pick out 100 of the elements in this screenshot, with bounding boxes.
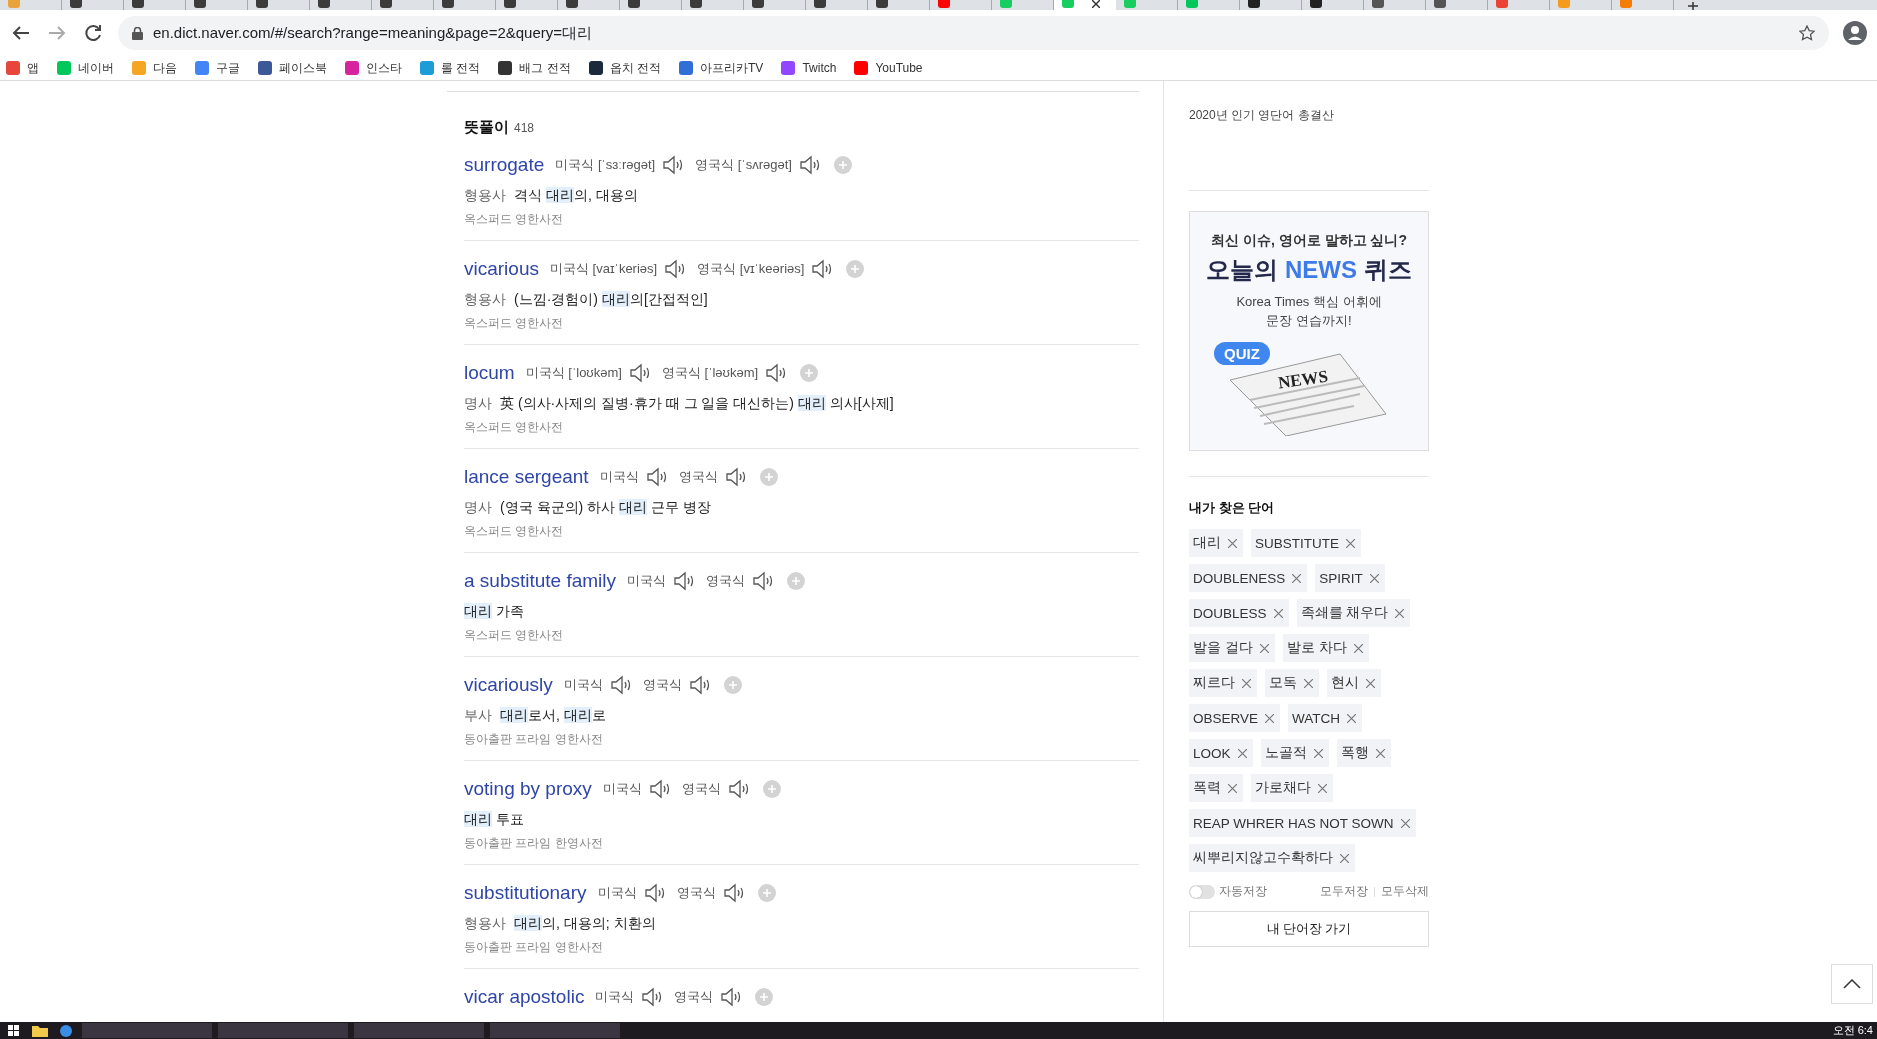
search-history-chip[interactable]: WATCH: [1288, 704, 1363, 732]
quiz-badge: QUIZ: [1214, 342, 1270, 365]
remove-icon[interactable]: [1395, 608, 1405, 618]
bookmark-link[interactable]: 인스타: [345, 59, 402, 77]
entry-word-link[interactable]: voting by proxy: [464, 778, 592, 800]
search-history-chip[interactable]: 발을 걸다: [1189, 634, 1275, 662]
remove-icon[interactable]: [1273, 608, 1283, 618]
star-icon[interactable]: [1799, 25, 1815, 41]
pronunciation-label: 미국식: [599, 468, 639, 486]
browser-tab[interactable]: [1054, 0, 1116, 10]
profile-icon[interactable]: [1843, 21, 1867, 45]
speaker-icon[interactable]: [727, 779, 750, 799]
search-history-chip[interactable]: 대리: [1189, 529, 1243, 557]
delete-all-link[interactable]: 모두삭제: [1381, 884, 1429, 899]
scroll-top-button[interactable]: [1831, 964, 1873, 1004]
bookmark-link[interactable]: 페이스북: [258, 59, 327, 77]
bookmark-link[interactable]: 네이버: [57, 59, 114, 77]
remove-icon[interactable]: [1237, 748, 1247, 758]
save-all-link[interactable]: 모두저장: [1320, 884, 1368, 899]
new-tab-icon[interactable]: [1688, 2, 1698, 10]
speaker-icon[interactable]: [673, 571, 696, 591]
folder-icon[interactable]: [30, 1024, 50, 1037]
remove-icon[interactable]: [1366, 678, 1375, 688]
pronunciation-label: 미국식 [ˈsɜːrəɡət]: [555, 156, 656, 174]
speaker-icon[interactable]: [664, 259, 687, 279]
remove-icon[interactable]: [1259, 643, 1269, 653]
speaker-icon[interactable]: [811, 259, 834, 279]
entry-word-link[interactable]: lance sergeant: [464, 466, 589, 488]
address-bar[interactable]: en.dict.naver.com/#/search?range=meaning&page=2&query=대리: [118, 16, 1829, 50]
entry-word-link[interactable]: surrogate: [464, 154, 545, 176]
speaker-icon[interactable]: [641, 987, 664, 1007]
remove-icon[interactable]: [1228, 783, 1237, 793]
entry-word-link[interactable]: vicariously: [464, 674, 553, 696]
bookmark-link[interactable]: 롤 전적: [420, 59, 481, 77]
remove-icon[interactable]: [1228, 538, 1237, 548]
speaker-icon[interactable]: [752, 571, 775, 591]
search-history-chip[interactable]: OBSERVE: [1189, 704, 1281, 732]
bookmark-link[interactable]: 구글: [195, 59, 240, 77]
dictionary-source: 동아출판 프라임 한영사전: [464, 835, 604, 852]
search-history-chip[interactable]: DOUBLESS: [1189, 599, 1289, 627]
search-history-chip[interactable]: 발로 차다: [1282, 634, 1369, 662]
speaker-icon[interactable]: [688, 675, 711, 695]
search-history-chip[interactable]: 씨뿌리지않고수확하다: [1189, 844, 1355, 872]
remove-icon[interactable]: [1265, 713, 1275, 723]
wordbook-button[interactable]: 내 단어장 가기: [1189, 911, 1429, 947]
bookmark-link[interactable]: YouTube: [854, 61, 923, 75]
remove-icon[interactable]: [1292, 573, 1302, 583]
entry-word-link[interactable]: vicarious: [464, 258, 539, 280]
search-history-chip[interactable]: 가로채다: [1251, 774, 1333, 802]
speaker-icon[interactable]: [662, 155, 685, 175]
remove-icon[interactable]: [1346, 538, 1355, 548]
speaker-icon[interactable]: [720, 987, 743, 1007]
bookmark-link[interactable]: 앱: [6, 59, 39, 77]
quiz-ad-banner[interactable]: 최신 이슈, 영어로 말하고 싶니? 오늘의 NEWS 퀴즈 Korea Times 핵심 어휘에 문장 연습까지! NEWS QUIZ: [1189, 211, 1429, 451]
remove-icon[interactable]: [1318, 783, 1327, 793]
speaker-icon[interactable]: [648, 779, 671, 799]
remove-icon[interactable]: [1340, 853, 1349, 863]
promo-link[interactable]: 2020년 인기 영단어 총결산: [1189, 107, 1429, 124]
search-history-chip[interactable]: 폭행: [1336, 739, 1391, 767]
clock-text: 오전 6:4: [1832, 1023, 1873, 1038]
bookmark-link[interactable]: 옵치 전적: [588, 59, 662, 77]
search-history-chip[interactable]: REAP WHRER HAS NOT SOWN: [1189, 809, 1416, 837]
remove-icon[interactable]: [1353, 643, 1363, 653]
search-history-chip[interactable]: 찌르다: [1189, 669, 1257, 697]
speaker-icon[interactable]: [643, 883, 666, 903]
bookmark-link[interactable]: 다음: [132, 59, 177, 77]
speaker-icon[interactable]: [765, 363, 788, 383]
reload-icon[interactable]: [82, 22, 104, 44]
entry-word-link[interactable]: substitutionary: [464, 882, 587, 904]
remove-icon[interactable]: [1242, 678, 1251, 688]
remove-icon[interactable]: [1347, 713, 1357, 723]
speaker-icon[interactable]: [722, 883, 745, 903]
search-history-chip[interactable]: LOOK: [1189, 739, 1253, 767]
speaker-icon[interactable]: [609, 675, 632, 695]
remove-icon[interactable]: [1400, 818, 1410, 828]
speaker-icon[interactable]: [798, 155, 821, 175]
pronunciation-label: 영국식 [ˈsʌrəɡət]: [695, 156, 792, 174]
bookmark-link[interactable]: Twitch: [781, 61, 837, 75]
speaker-icon[interactable]: [628, 363, 651, 383]
remove-icon[interactable]: [1304, 678, 1313, 688]
search-history-chip[interactable]: 족쇄를 채우다: [1296, 599, 1411, 627]
autosave-toggle[interactable]: [1189, 884, 1215, 899]
remove-icon[interactable]: [1375, 748, 1385, 758]
speaker-icon[interactable]: [724, 467, 747, 487]
entry-word-link[interactable]: vicar apostolic: [464, 986, 585, 1008]
search-history-chip[interactable]: 모독: [1265, 669, 1319, 697]
search-history-chip[interactable]: 폭력: [1189, 774, 1243, 802]
bookmark-link[interactable]: 배그 전적: [498, 59, 571, 77]
search-history-chip[interactable]: DOUBLENESS: [1189, 564, 1308, 592]
bookmark-link[interactable]: 아프리카TV: [679, 59, 764, 77]
entry-word-link[interactable]: locum: [464, 362, 515, 384]
remove-icon[interactable]: [1313, 748, 1323, 758]
close-icon[interactable]: [1092, 0, 1100, 8]
search-history-chip[interactable]: 현시: [1327, 669, 1381, 697]
speaker-icon[interactable]: [645, 467, 668, 487]
search-history-chip[interactable]: SPIRIT: [1315, 564, 1385, 592]
remove-icon[interactable]: [1369, 573, 1379, 583]
entry-word-link[interactable]: a substitute family: [464, 570, 617, 592]
search-history-chip[interactable]: 노골적: [1260, 739, 1329, 767]
search-history-chip[interactable]: SUBSTITUTE: [1251, 529, 1361, 557]
